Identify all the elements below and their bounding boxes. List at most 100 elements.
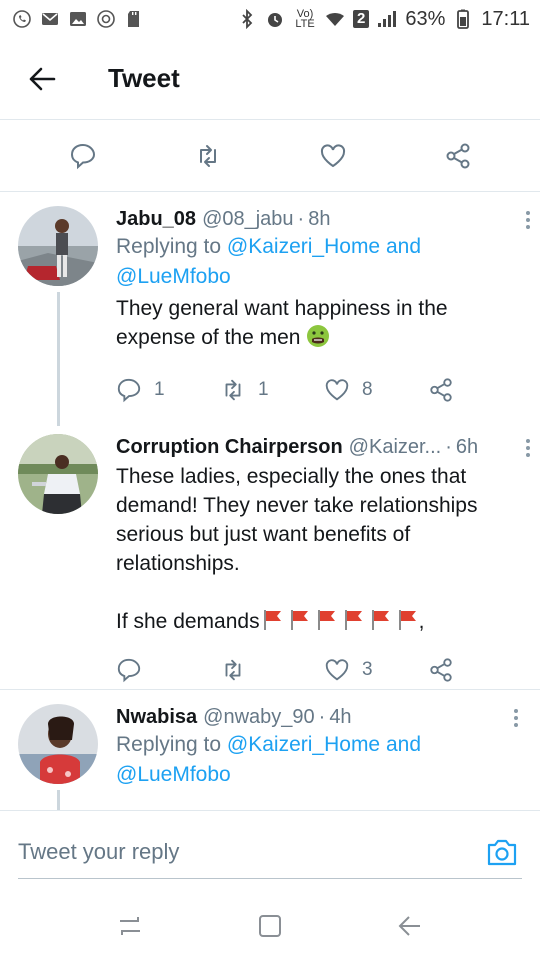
tweet-meta: Jabu_08 @08_jabu · 8h (116, 206, 532, 232)
replying-prefix: Replying to (116, 235, 222, 258)
avatar[interactable] (18, 704, 98, 784)
status-bar: Vo) LTE 2 63% 17:11 (0, 0, 540, 38)
replying-to: Replying to @Kaizeri_Home and @LueMfobo (116, 730, 520, 790)
like-button[interactable] (311, 134, 355, 178)
battery-percent: 63% (405, 7, 446, 30)
header: Tweet (0, 38, 540, 120)
nauseated-face-emoji (306, 324, 330, 356)
retweet-icon (225, 659, 241, 681)
avatar-column (18, 434, 100, 689)
share-button[interactable] (436, 134, 480, 178)
gmail-icon (40, 9, 60, 29)
separator-dot: · (297, 208, 305, 230)
share-button[interactable] (428, 657, 532, 683)
tweet-content: Corruption Chairperson @Kaizer... · 6h T… (100, 434, 538, 689)
back-arrow-icon (29, 67, 56, 90)
page-title: Tweet (108, 63, 180, 93)
mention-joiner[interactable]: and (386, 733, 421, 756)
retweet-icon (225, 379, 241, 401)
share-button[interactable] (428, 377, 532, 403)
recents-button[interactable] (106, 902, 154, 950)
like-button[interactable]: 8 (324, 377, 428, 403)
share-icon (430, 658, 452, 682)
mention-link[interactable]: @LueMfobo (116, 265, 231, 288)
retweet-icon (199, 144, 216, 167)
camera-icon (487, 839, 517, 865)
replying-prefix: Replying to (116, 733, 222, 756)
red-flag-icon (317, 610, 335, 630)
reply-placeholder[interactable]: Tweet your reply (18, 839, 179, 865)
volte-label: Vo) LTE (295, 8, 315, 30)
retweet-button[interactable]: 1 (220, 377, 324, 403)
system-nav-bar (0, 892, 540, 960)
display-name[interactable]: Nwabisa (116, 704, 197, 730)
retweet-button[interactable] (220, 657, 324, 683)
sd-card-icon (124, 9, 144, 29)
tweet-content: Nwabisa @nwaby_90 · 4h Replying to @Kaiz… (100, 704, 526, 810)
reply-icon (70, 143, 95, 169)
heart-icon (325, 659, 349, 681)
share-icon (430, 378, 452, 402)
tweet-text-content: These ladies, especially the ones that d… (116, 465, 478, 575)
more-vertical-icon (526, 439, 530, 457)
wifi-icon (325, 9, 345, 29)
tweet-meta: Nwabisa @nwaby_90 · 4h (116, 704, 520, 730)
reply-count: 1 (154, 379, 165, 400)
heart-icon (320, 143, 345, 167)
camera-button[interactable] (482, 832, 522, 872)
home-button[interactable] (246, 902, 294, 950)
back-button[interactable] (12, 49, 72, 109)
avatar[interactable] (18, 434, 98, 514)
avatar-column (18, 704, 100, 810)
reply-button[interactable]: 1 (116, 377, 220, 403)
more-options-button[interactable] (518, 208, 538, 232)
red-flag-icon (290, 610, 308, 630)
tweet-item[interactable]: Jabu_08 @08_jabu · 8h Replying to @Kaize… (0, 192, 540, 426)
status-bar-left (12, 9, 144, 29)
user-handle[interactable]: @Kaizer... (349, 434, 442, 460)
retweet-button[interactable] (186, 134, 230, 178)
like-count: 8 (362, 379, 373, 400)
home-icon (259, 915, 281, 937)
reply-button[interactable] (116, 657, 220, 683)
tweet-item[interactable]: Corruption Chairperson @Kaizer... · 6h T… (0, 420, 540, 690)
display-name[interactable]: Corruption Chairperson (116, 434, 343, 460)
thread-line (57, 292, 60, 426)
avatar[interactable] (18, 206, 98, 286)
user-handle[interactable]: @08_jabu (202, 206, 293, 232)
like-button[interactable]: 3 (324, 657, 428, 683)
red-flag-icon (263, 610, 281, 630)
heart-icon (325, 379, 349, 401)
signal-icon (377, 9, 397, 29)
reply-input[interactable]: Tweet your reply (18, 825, 522, 879)
tweet-actions: 1 1 8 (116, 362, 532, 418)
mention-link[interactable]: @LueMfobo (116, 763, 231, 786)
replies-list: Jabu_08 @08_jabu · 8h Replying to @Kaize… (0, 192, 540, 810)
whatsapp-icon (12, 9, 32, 29)
more-vertical-icon (526, 211, 530, 229)
timestamp: 6h (455, 436, 479, 458)
more-options-button[interactable] (518, 436, 538, 460)
recents-icon (120, 917, 140, 935)
alarm-icon (265, 9, 285, 29)
replying-to: Replying to @Kaizeri_Home and @LueMfobo (116, 232, 532, 292)
avatar-column (18, 206, 100, 426)
system-back-button[interactable] (386, 902, 434, 950)
mention-link[interactable]: @Kaizeri_Home (227, 235, 380, 258)
tweet-action-bar (0, 120, 540, 192)
status-bar-right: Vo) LTE 2 63% 17:11 (237, 8, 530, 31)
more-vertical-icon (514, 709, 518, 727)
tweet-item[interactable]: Nwabisa @nwaby_90 · 4h Replying to @Kaiz… (0, 690, 540, 810)
user-handle[interactable]: @nwaby_90 (203, 704, 314, 730)
retweet-count: 1 (258, 379, 269, 400)
reply-button[interactable] (61, 134, 105, 178)
mention-joiner[interactable]: and (386, 235, 421, 258)
red-flag-icon (371, 610, 389, 630)
red-flag-icon (398, 610, 416, 630)
mention-link[interactable]: @Kaizeri_Home (227, 733, 380, 756)
timestamp: 8h (308, 208, 331, 230)
more-options-button[interactable] (506, 706, 526, 730)
display-name[interactable]: Jabu_08 (116, 206, 196, 232)
battery-icon (453, 9, 473, 29)
reply-icon (117, 658, 141, 683)
